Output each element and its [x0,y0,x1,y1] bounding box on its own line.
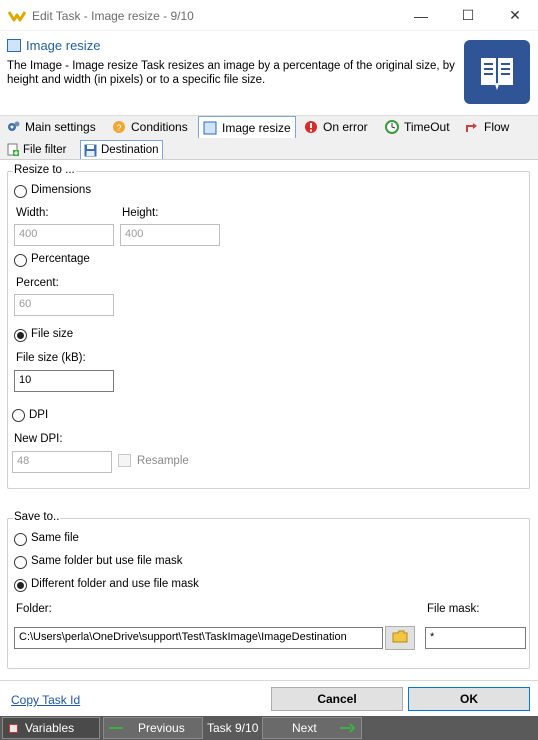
subtab-label: File filter [23,143,67,156]
percent-label: Percent: [16,277,59,289]
tab-on-error[interactable]: On error [304,117,368,137]
tab-image-resize[interactable]: Image resize [198,116,296,138]
filesize-input[interactable]: 10 [14,370,114,392]
tab-timeout[interactable]: TimeOut [385,117,450,137]
percentage-radio[interactable] [14,254,27,267]
close-icon: ✕ [509,7,521,23]
gears-icon [6,120,20,134]
tab-destination[interactable]: Destination [80,140,163,159]
previous-label: Previous [138,721,185,735]
same-folder-label: Same folder but use file mask [31,555,183,567]
minimize-button[interactable]: — [398,0,444,31]
window-title: Edit Task - Image resize - 9/10 [32,9,194,23]
tab-file-filter[interactable]: File filter [7,140,66,159]
resize-group [7,171,530,489]
tab-main-settings[interactable]: Main settings [6,117,96,137]
ok-button[interactable]: OK [408,687,530,711]
newdpi-input[interactable]: 48 [12,451,112,473]
tab-label: Image resize [222,120,291,135]
filemask-label: File mask: [427,603,480,615]
variables-icon [9,723,18,733]
same-file-radio[interactable] [14,533,27,546]
arrow-left-icon [108,724,124,732]
minimize-icon: — [414,7,428,24]
height-label: Height: [122,207,159,219]
conditions-icon: ? [112,120,126,134]
percentage-label: Percentage [31,253,90,265]
subtab-label: Destination [101,144,159,156]
dimensions-radio[interactable] [14,185,27,198]
flow-icon [465,120,479,134]
filesize-label: File size [31,328,74,340]
maximize-button[interactable]: ☐ [445,0,491,31]
tab-label: TimeOut [404,120,450,134]
svg-text:?: ? [116,123,121,133]
dpi-radio[interactable] [12,409,25,422]
save-icon [84,144,97,157]
folder-input[interactable]: C:\Users\perla\OneDrive\support\Test\Tas… [14,627,383,649]
width-input[interactable]: 400 [14,224,114,246]
book-icon [464,40,530,104]
resample-checkbox[interactable] [118,454,131,467]
image-resize-icon [7,39,21,52]
maximize-icon: ☐ [461,7,475,23]
width-label: Width: [16,207,49,219]
variables-button[interactable]: Variables [2,717,100,739]
browse-folder-button[interactable] [385,626,415,650]
folder-label: Folder: [16,603,52,615]
next-label: Next [292,721,317,735]
tab-label: Main settings [25,120,96,134]
same-folder-radio[interactable] [14,556,27,569]
dimensions-label: Dimensions [31,184,92,196]
filemask-input[interactable]: * [425,627,526,649]
different-folder-label: Different folder and use file mask [31,578,199,590]
task-counter: Task 9/10 [207,721,259,735]
resize-legend: Resize to ... [13,164,76,176]
task-title: Image resize [26,38,101,53]
same-file-label: Same file [31,532,79,544]
filesize-kb-label: File size (kB): [16,352,86,364]
copy-task-id-link[interactable]: Copy Task Id [11,693,80,707]
timeout-icon [385,120,399,134]
filesize-radio[interactable] [14,329,27,342]
radio-selected-dot [17,582,24,589]
tab-label: On error [323,120,368,134]
newdpi-label: New DPI: [14,433,63,445]
next-button[interactable]: Next [262,717,362,739]
tab-label: Flow [484,120,510,134]
resample-label: Resample [137,455,189,467]
file-filter-icon [7,143,20,157]
separator [0,680,538,681]
app-logo-icon [7,9,27,23]
tab-label: Conditions [131,120,188,134]
tab-conditions[interactable]: ? Conditions [112,117,188,137]
variables-label: Variables [25,721,75,735]
tab-flow[interactable]: Flow [465,117,509,137]
previous-button[interactable]: Previous [103,717,203,739]
save-legend: Save to.. [13,511,61,523]
radio-selected-dot [17,332,24,339]
different-folder-radio[interactable] [14,579,27,592]
cancel-label: Cancel [317,692,357,706]
task-description: The Image - Image resize Task resizes an… [7,60,455,86]
ok-label: OK [460,692,478,706]
percent-input[interactable]: 60 [14,294,114,316]
height-input[interactable]: 400 [120,224,220,246]
image-resize-icon [203,121,217,135]
folder-icon [392,630,408,646]
arrow-right-icon [339,723,355,733]
close-button[interactable]: ✕ [492,0,538,31]
error-icon [304,120,318,134]
cancel-button[interactable]: Cancel [271,687,403,711]
dpi-label: DPI [29,409,49,421]
